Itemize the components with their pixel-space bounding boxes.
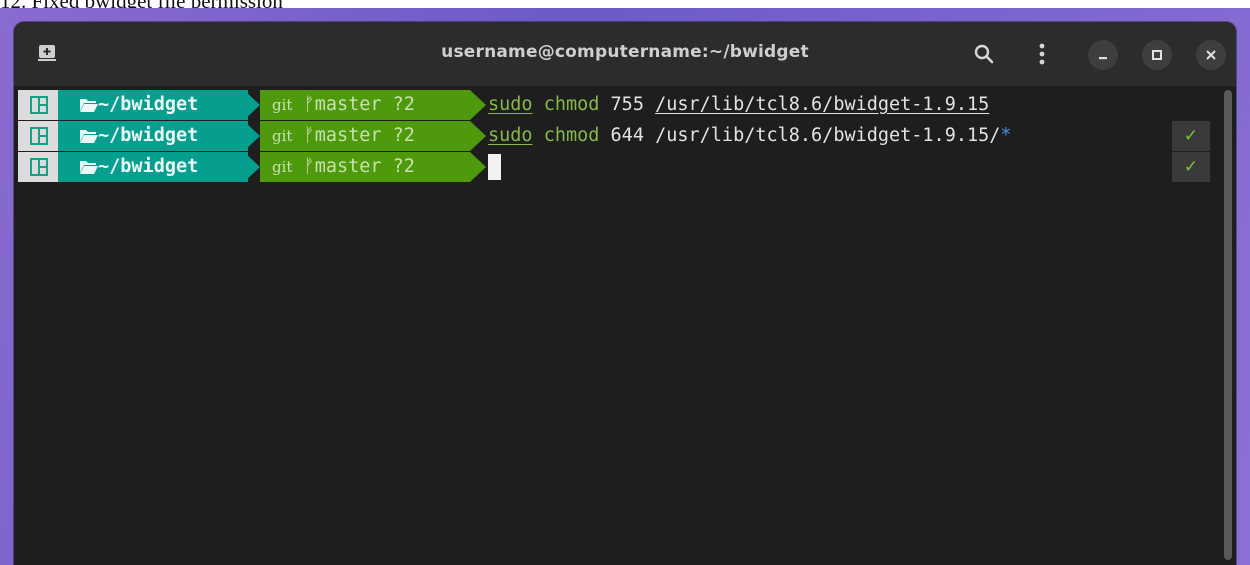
git-label: git	[272, 127, 293, 145]
command-sudo: sudo	[488, 125, 533, 146]
os-segment	[18, 152, 58, 182]
command-chmod: chmod	[543, 125, 600, 146]
git-segment: git ᚠmaster ?2	[260, 90, 470, 120]
manjaro-icon	[30, 96, 48, 114]
search-icon[interactable]	[968, 38, 1000, 70]
close-icon	[1206, 50, 1216, 60]
git-label: git	[272, 96, 293, 114]
directory-segment: ~/bwidget	[58, 90, 248, 120]
os-segment	[18, 90, 58, 120]
minimize-button[interactable]	[1088, 40, 1118, 70]
branch-name: master	[314, 94, 382, 115]
header-bar: username@computername:~/bwidget	[14, 22, 1236, 86]
command-mode: 644	[610, 125, 644, 146]
minimize-icon	[1099, 57, 1107, 60]
vertical-scrollbar[interactable]	[1224, 90, 1232, 560]
directory-segment: ~/bwidget	[58, 121, 248, 151]
close-button[interactable]	[1196, 40, 1226, 70]
segment-separator	[470, 90, 486, 120]
segment-separator	[470, 121, 486, 151]
git-status: ?2	[392, 94, 415, 115]
manjaro-icon	[30, 158, 48, 176]
exit-status-ok: ✓	[1172, 121, 1210, 151]
segment-separator	[244, 152, 260, 182]
command-sudo: sudo	[488, 94, 533, 115]
git-status: ?2	[392, 125, 415, 146]
command-chmod: chmod	[543, 94, 600, 115]
directory-text: ~/bwidget	[98, 94, 199, 115]
segment-separator	[244, 90, 260, 120]
directory-text: ~/bwidget	[98, 156, 199, 177]
command-mode: 755	[610, 94, 644, 115]
branch-icon: ᚠ	[303, 125, 315, 146]
command-text: sudo chmod 644 /usr/lib/tcl8.6/bwidget-1…	[488, 125, 1012, 146]
command-glob: *	[1000, 125, 1012, 146]
maximize-icon	[1152, 50, 1162, 60]
desktop-background: username@computername:~/bwidget ~/bwidge…	[0, 8, 1250, 565]
manjaro-icon	[30, 127, 48, 145]
text-cursor[interactable]	[488, 154, 501, 180]
terminal-output[interactable]: ~/bwidget git ᚠmaster ?2 sudo chmod 755 …	[14, 86, 1236, 565]
exit-status-ok: ✓	[1172, 152, 1210, 182]
terminal-line: ~/bwidget git ᚠmaster ?2 ✓	[14, 152, 1214, 182]
os-segment	[18, 121, 58, 151]
folder-icon	[80, 130, 98, 143]
branch-icon: ᚠ	[303, 94, 315, 115]
command-text: sudo chmod 755 /usr/lib/tcl8.6/bwidget-1…	[488, 94, 989, 115]
segment-separator	[470, 152, 486, 182]
folder-icon	[80, 99, 98, 112]
command-path: /usr/lib/tcl8.6/bwidget-1.9.15/	[655, 125, 1001, 146]
git-status: ?2	[392, 156, 415, 177]
command-path: /usr/lib/tcl8.6/bwidget-1.9.15	[655, 94, 990, 115]
branch-name: master	[314, 125, 382, 146]
terminal-line: ~/bwidget git ᚠmaster ?2 sudo	[14, 90, 1214, 120]
maximize-button[interactable]	[1142, 40, 1172, 70]
folder-icon	[80, 161, 98, 174]
terminal-window: username@computername:~/bwidget ~/bwidge…	[14, 22, 1236, 565]
terminal-line: ~/bwidget git ᚠmaster ?2 sudo	[14, 121, 1214, 151]
git-label: git	[272, 158, 293, 176]
directory-segment: ~/bwidget	[58, 152, 248, 182]
git-segment: git ᚠmaster ?2	[260, 152, 470, 182]
kebab-menu-icon[interactable]	[1026, 38, 1058, 70]
branch-icon: ᚠ	[303, 156, 315, 177]
branch-name: master	[314, 156, 382, 177]
directory-text: ~/bwidget	[98, 125, 199, 146]
segment-separator	[244, 121, 260, 151]
git-segment: git ᚠmaster ?2	[260, 121, 470, 151]
